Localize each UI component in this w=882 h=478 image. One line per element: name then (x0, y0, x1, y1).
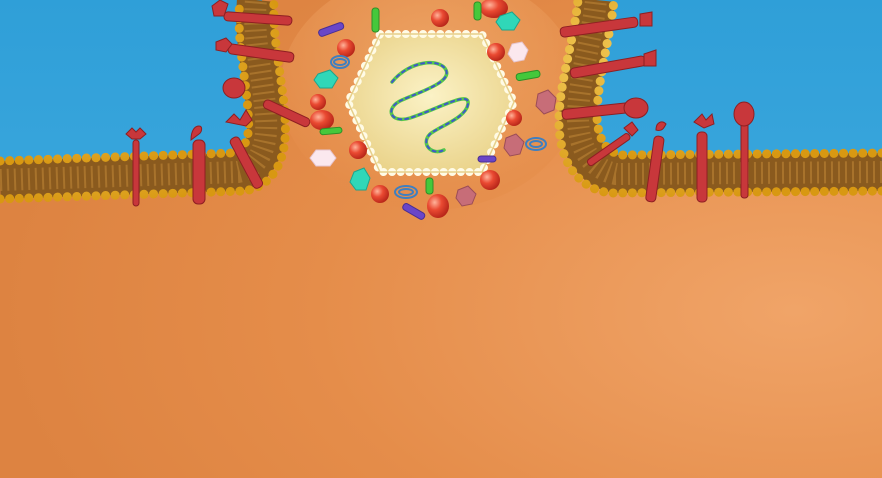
virus-budding-illustration (0, 0, 882, 478)
